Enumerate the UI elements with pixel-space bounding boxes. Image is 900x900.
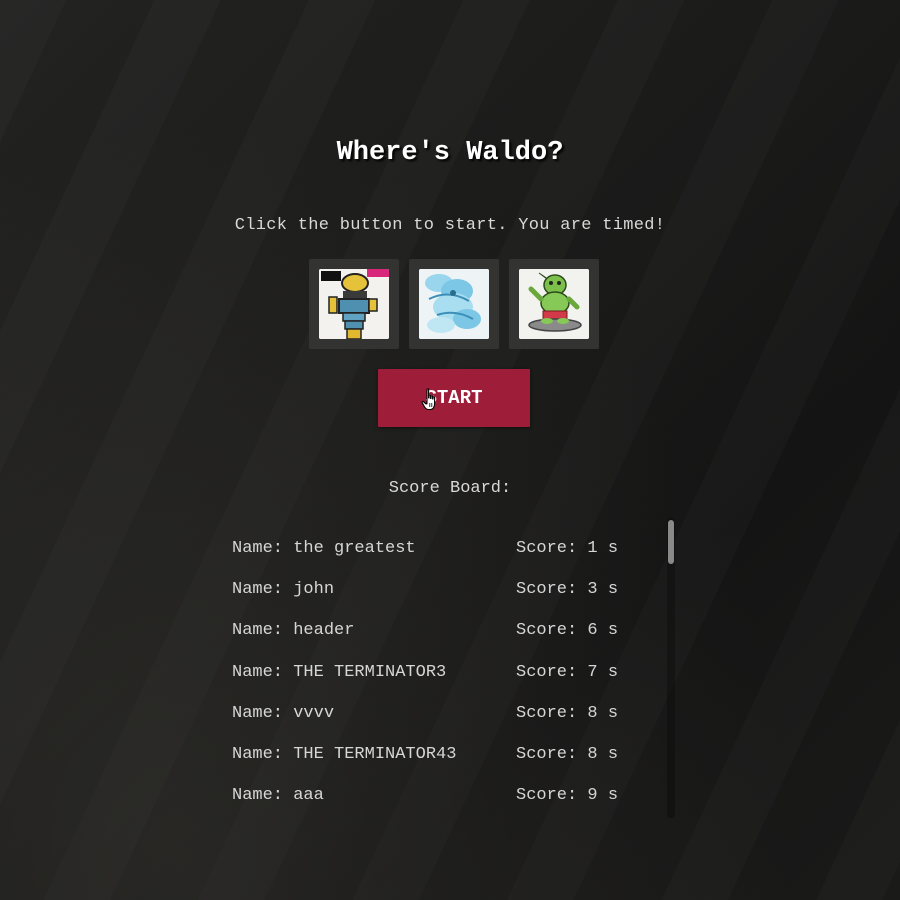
score-row-name: Name: THE TERMINATOR43 <box>232 745 457 765</box>
score-row: Name: THE TERMINATOR43 Score: 8 s <box>222 734 677 775</box>
score-row: Name: aaa Score: 9 s <box>222 775 677 816</box>
score-list: Name: the greatest Score: 1 s Name: john… <box>222 528 677 816</box>
instructions-text: Click the button to start. You are timed… <box>234 216 666 235</box>
score-row-name: Name: john <box>232 580 335 600</box>
scoreboard-title: Score Board: <box>388 479 512 498</box>
character-card-ghost <box>409 259 499 349</box>
scrollbar-thumb[interactable] <box>668 520 674 564</box>
robot-character-icon <box>319 269 389 339</box>
page-title: Where's Waldo? <box>336 138 564 168</box>
score-row-name: Name: header <box>232 621 355 641</box>
score-row: Name: vvvv Score: 8 s <box>222 693 677 734</box>
score-row-name: Name: the greatest <box>232 539 416 559</box>
score-row-score: Score: 8 s <box>516 745 619 765</box>
start-button[interactable]: START <box>378 369 530 427</box>
score-row-score: Score: 9 s <box>516 786 619 806</box>
score-row: Name: THE TERMINATOR3 Score: 7 s <box>222 652 677 693</box>
score-row-score: Score: 8 s <box>516 703 619 723</box>
score-row: Name: header Score: 6 s <box>222 610 677 651</box>
score-row-score: Score: 1 s <box>516 539 619 559</box>
character-list <box>309 259 599 349</box>
score-row-score: Score: 7 s <box>516 662 619 682</box>
goblin-character-icon <box>519 269 589 339</box>
score-row-score: Score: 6 s <box>516 621 619 641</box>
character-card-goblin <box>509 259 599 349</box>
score-row: Name: john Score: 3 s <box>222 569 677 610</box>
score-row-name: Name: aaa <box>232 786 324 806</box>
score-row-score: Score: 3 s <box>516 580 619 600</box>
ghost-character-icon <box>419 269 489 339</box>
score-row-name: Name: vvvv <box>232 703 335 723</box>
character-card-robot <box>309 259 399 349</box>
score-row-name: Name: THE TERMINATOR3 <box>232 662 447 682</box>
scoreboard-list-container[interactable]: Name: the greatest Score: 1 s Name: john… <box>222 518 677 818</box>
score-row: Name: the greatest Score: 1 s <box>222 528 677 569</box>
